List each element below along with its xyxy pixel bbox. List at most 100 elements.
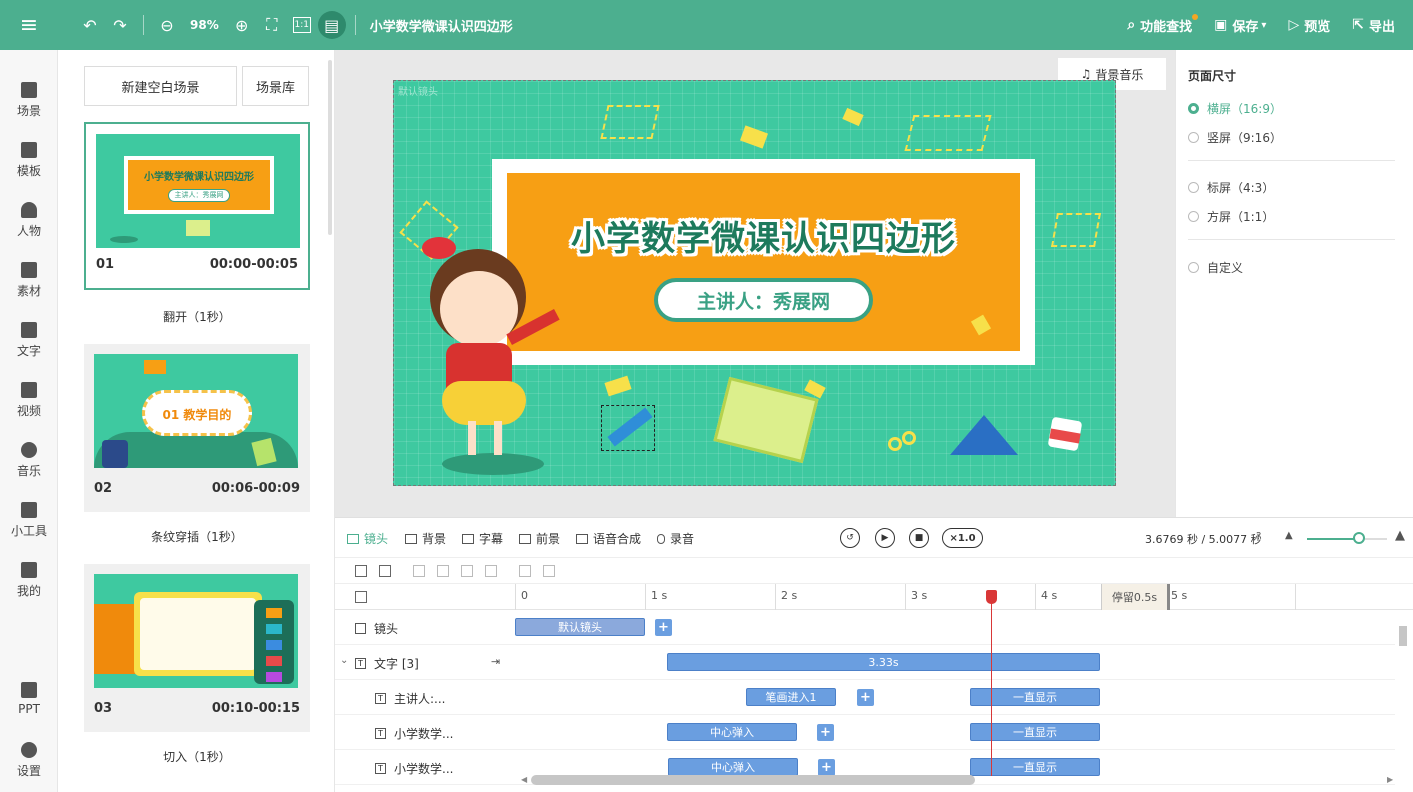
timeline-horizontal-scrollbar[interactable] xyxy=(531,775,975,785)
menu-icon[interactable]: ≡ xyxy=(0,0,58,50)
actual-size-icon[interactable]: 1:1 xyxy=(292,17,311,33)
login-icon[interactable]: ⇥ xyxy=(491,655,500,668)
triangle-ruler-icon xyxy=(950,415,1018,455)
play-button[interactable]: ▶ xyxy=(875,528,895,548)
timeline-zoom-knob[interactable] xyxy=(1353,532,1365,544)
nav-item-toolbox[interactable]: 小工具 xyxy=(0,502,58,539)
nav-item-scene[interactable]: 场景 xyxy=(0,82,58,119)
timeline-ruler[interactable]: 0 1 s 2 s 3 s 4 s 停留0.5s 5 s xyxy=(335,584,1413,610)
canvas-title-text[interactable]: 小学数学微课认识四边形 xyxy=(507,211,1020,260)
preview-icon: ▷ xyxy=(1288,17,1300,33)
align-left-icon[interactable] xyxy=(413,565,425,577)
camera-icon xyxy=(355,623,366,634)
my-icon xyxy=(21,562,37,578)
ungroup-icon[interactable] xyxy=(543,565,555,577)
new-blank-scene-button[interactable]: 新建空白场景 xyxy=(84,66,237,106)
scene-transition[interactable]: 翻开（1秒） xyxy=(84,308,310,325)
undo-icon[interactable]: ↶ xyxy=(76,11,104,39)
radio-portrait-9-16[interactable]: 竖屏（9:16） xyxy=(1188,129,1282,146)
track-label[interactable]: T 小学数学... xyxy=(375,760,453,777)
clip-always-show[interactable]: 一直显示 xyxy=(970,758,1100,776)
nav-item-text[interactable]: 文字 xyxy=(0,322,58,359)
add-clip-button[interactable]: + xyxy=(817,724,834,741)
nav-item-person[interactable]: 人物 xyxy=(0,202,58,239)
pause-marker[interactable]: 停留0.5s xyxy=(1101,584,1167,610)
material-icon xyxy=(21,262,37,278)
feature-search-button[interactable]: ⌕ 功能查找 xyxy=(1127,13,1199,35)
speaker-text[interactable]: 主讲人：秀展网 xyxy=(654,278,873,322)
track-label[interactable]: T 文字 [3] xyxy=(355,655,419,672)
add-clip-button[interactable]: + xyxy=(857,689,874,706)
nav-item-my[interactable]: 我的 xyxy=(0,562,58,599)
help-icon[interactable]: ? xyxy=(1256,531,1261,542)
filter-icon[interactable] xyxy=(355,565,367,577)
tab-background[interactable]: 背景 xyxy=(405,530,446,547)
clip-text-group[interactable]: 3.33s xyxy=(667,653,1100,671)
zoom-out-timeline-icon[interactable]: ▲ xyxy=(1285,530,1293,541)
radio-square-1-1[interactable]: 方屏（1:1） xyxy=(1188,208,1274,225)
scroll-left-icon[interactable]: ◀ xyxy=(521,775,527,784)
tab-camera[interactable]: 镜头 xyxy=(347,530,388,547)
fullscreen-icon[interactable]: ⛶ xyxy=(258,11,286,39)
stop-button[interactable]: ■ xyxy=(909,528,929,548)
nav-item-video[interactable]: 视频 xyxy=(0,382,58,419)
tab-subtitle[interactable]: 字幕 xyxy=(462,530,503,547)
scene-card-01[interactable]: 小学数学微课认识四边形 主讲人：秀展网 01 00:00-00:05 xyxy=(84,122,310,290)
scene-thumbnail: 小学数学微课认识四边形 主讲人：秀展网 xyxy=(96,134,300,248)
track-label[interactable]: T 小学数学... xyxy=(375,725,453,742)
align-center-icon[interactable] xyxy=(437,565,449,577)
scene-card-03[interactable]: 03 00:10-00:15 xyxy=(84,564,310,732)
nav-item-music[interactable]: 音乐 xyxy=(0,442,58,479)
scene-panel-scrollbar[interactable] xyxy=(328,60,332,235)
radio-custom[interactable]: 自定义 xyxy=(1188,259,1243,276)
clip-always-show[interactable]: 一直显示 xyxy=(970,723,1100,741)
timeline-vertical-scrollbar[interactable] xyxy=(1399,626,1407,646)
export-button[interactable]: ⇱ 导出 xyxy=(1352,16,1395,35)
group-icon[interactable] xyxy=(519,565,531,577)
clip-animation-in[interactable]: 中心弹入 xyxy=(667,723,797,741)
radio-label: 标屏（4:3） xyxy=(1207,181,1275,195)
tab-foreground[interactable]: 前景 xyxy=(519,530,560,547)
nav-item-settings[interactable]: 设置 xyxy=(0,742,58,779)
scene-transition[interactable]: 切入（1秒） xyxy=(84,748,310,765)
add-clip-button[interactable]: + xyxy=(818,759,835,776)
grid-toggle-icon[interactable]: ▤ xyxy=(317,11,346,39)
scroll-right-icon[interactable]: ▶ xyxy=(1387,775,1393,784)
nav-item-template[interactable]: 模板 xyxy=(0,142,58,179)
zoom-in-icon[interactable]: ⊕ xyxy=(228,11,256,39)
radio-landscape-16-9[interactable]: 横屏（16:9） xyxy=(1188,100,1282,117)
clip-always-show[interactable]: 一直显示 xyxy=(970,688,1100,706)
speed-button[interactable]: ×1.0 xyxy=(942,528,983,548)
clip-default-camera[interactable]: 默认镜头 xyxy=(515,618,645,636)
redo-icon[interactable]: ↷ xyxy=(106,11,134,39)
scene-card-02[interactable]: 01 教学目的 02 00:06-00:09 xyxy=(84,344,310,512)
preview-button[interactable]: ▷ 预览 xyxy=(1288,16,1330,35)
tab-record[interactable]: 录音 xyxy=(657,530,694,547)
clip-animation-in[interactable]: 中心弹入 xyxy=(668,758,798,776)
subtitle-icon xyxy=(462,533,474,544)
tab-tts[interactable]: 语音合成 xyxy=(576,530,641,547)
chevron-down-icon[interactable]: ⌄ xyxy=(340,655,348,666)
nav-item-material[interactable]: 素材 xyxy=(0,262,58,299)
add-clip-button[interactable]: + xyxy=(655,619,672,636)
playhead-line[interactable] xyxy=(991,596,992,776)
scene-canvas[interactable]: 默认镜头 小学数学微课认识四边形 主讲人：秀展网 xyxy=(393,80,1116,486)
distribute-icon[interactable] xyxy=(485,565,497,577)
align-icon[interactable] xyxy=(379,565,391,577)
track-label-text: 小学数学... xyxy=(394,727,454,741)
nav-item-ppt[interactable]: PPT xyxy=(0,682,58,716)
zoom-out-icon[interactable]: ⊖ xyxy=(153,11,181,39)
radio-standard-4-3[interactable]: 标屏（4:3） xyxy=(1188,179,1274,196)
track-label[interactable]: 镜头 xyxy=(355,620,398,637)
scene-transition[interactable]: 条纹穿插（1秒） xyxy=(84,528,310,545)
scene-library-button[interactable]: 场景库 xyxy=(242,66,309,106)
scene-panel: 新建空白场景 场景库 小学数学微课认识四边形 主讲人：秀展网 01 00:00-… xyxy=(58,50,335,792)
document-title[interactable]: 小学数学微课认识四边形 xyxy=(370,16,513,35)
fit-icon[interactable] xyxy=(355,591,367,603)
replay-button[interactable]: ↺ xyxy=(840,528,860,548)
zoom-in-timeline-icon[interactable]: ▲ xyxy=(1395,528,1405,543)
save-button[interactable]: ▣ 保存 ▾ xyxy=(1214,16,1266,35)
align-right-icon[interactable] xyxy=(461,565,473,577)
clip-animation-in[interactable]: 笔画进入1 xyxy=(746,688,836,706)
track-label[interactable]: T 主讲人:... xyxy=(375,690,446,707)
